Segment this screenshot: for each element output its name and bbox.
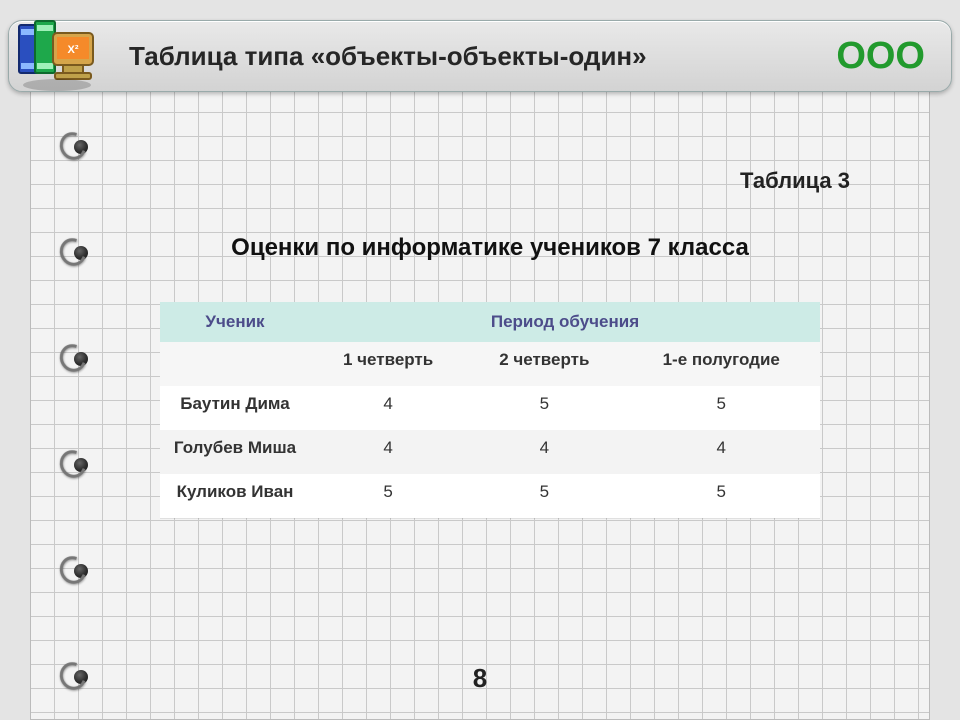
grade-cell: 5: [622, 386, 820, 430]
books-computer-icon: X²: [13, 15, 105, 95]
student-name: Куликов Иван: [160, 474, 310, 518]
grade-cell: 5: [466, 474, 622, 518]
slide-content: Таблица 3 Оценки по информатике учеников…: [130, 168, 850, 518]
svg-text:X²: X²: [68, 44, 79, 56]
table-row: Баутин Дима 4 5 5: [160, 386, 820, 430]
grade-cell: 4: [622, 430, 820, 474]
table-title: Оценки по информатике учеников 7 класса: [130, 234, 850, 262]
grade-cell: 5: [466, 386, 622, 430]
student-name: Голубев Миша: [160, 430, 310, 474]
col-header-blank: [160, 342, 310, 386]
col-header-student: Ученик: [160, 302, 310, 342]
col-header-period: Период обучения: [310, 302, 820, 342]
table-row: Голубев Миша 4 4 4: [160, 430, 820, 474]
student-name: Баутин Дима: [160, 386, 310, 430]
grade-cell: 4: [310, 386, 466, 430]
slide-header: X² Таблица типа «объекты-объекты-один» О…: [8, 20, 952, 92]
grades-table: Ученик Период обучения 1 четверть 2 четв…: [160, 302, 820, 518]
grade-cell: 5: [622, 474, 820, 518]
col-header-p2: 2 четверть: [466, 342, 622, 386]
grade-cell: 4: [310, 430, 466, 474]
slide-badge: ООО: [836, 35, 925, 78]
notebook-paper: Таблица 3 Оценки по информатике учеников…: [30, 88, 930, 720]
col-header-p3: 1-е полугодие: [622, 342, 820, 386]
table-number-label: Таблица 3: [130, 168, 850, 194]
table-row: Куликов Иван 5 5 5: [160, 474, 820, 518]
grade-cell: 4: [466, 430, 622, 474]
slide-title: Таблица типа «объекты-объекты-один»: [129, 41, 836, 72]
grade-cell: 5: [310, 474, 466, 518]
notebook-spine: [66, 88, 96, 720]
page-number: 8: [30, 663, 930, 694]
col-header-p1: 1 четверть: [310, 342, 466, 386]
